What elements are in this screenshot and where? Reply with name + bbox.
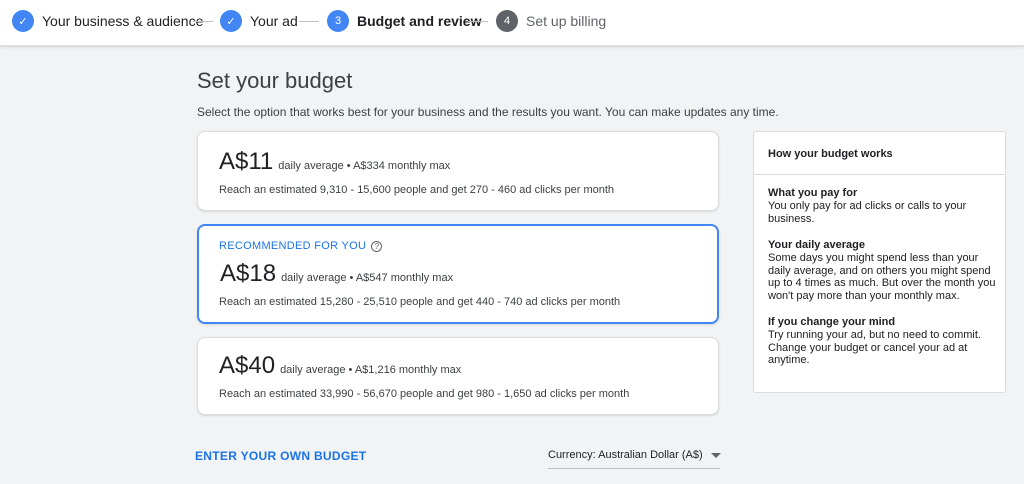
section-heading: If you change your mind	[768, 316, 896, 328]
info-section: If you change your mind Try running your…	[768, 316, 996, 367]
budget-info-panel: How your budget works What you pay for Y…	[753, 131, 1006, 393]
section-body: Try running your ad, but no need to comm…	[768, 329, 981, 366]
step-divider	[299, 21, 319, 22]
reach-estimate: Reach an estimated 15,280 - 25,510 peopl…	[219, 296, 621, 308]
step-number-icon: 4	[496, 10, 518, 32]
section-body: You only pay for ad clicks or calls to y…	[768, 200, 967, 225]
info-section: Your daily average Some days you might s…	[768, 239, 996, 302]
daily-price: A$40	[219, 352, 276, 379]
step-budget-review[interactable]: 3 Budget and review	[327, 10, 481, 32]
budget-option-18[interactable]: RECOMMENDED FOR YOU ? A$18 daily average…	[197, 224, 719, 324]
step-divider	[193, 21, 213, 22]
help-icon[interactable]: ?	[371, 240, 383, 252]
currency-select[interactable]: Currency: Australian Dollar (A$)	[548, 449, 721, 461]
section-body: Some days you might spend less than your…	[768, 252, 996, 302]
step-label: Set up billing	[526, 13, 607, 29]
price-detail: daily average • A$547 monthly max	[281, 272, 454, 284]
page-subtitle: Select the option that works best for yo…	[197, 105, 779, 119]
recommended-label: RECOMMENDED FOR YOU	[219, 240, 367, 252]
info-section: What you pay for You only pay for ad cli…	[768, 187, 996, 225]
step-your-ad[interactable]: ✓ Your ad	[220, 10, 298, 32]
progress-stepper: ✓ Your business & audience ✓ Your ad 3 B…	[0, 0, 1024, 46]
price-detail: daily average • A$334 monthly max	[278, 160, 451, 172]
step-billing[interactable]: 4 Set up billing	[496, 10, 606, 32]
reach-estimate: Reach an estimated 33,990 - 56,670 peopl…	[219, 388, 630, 400]
panel-title: How your budget works	[754, 132, 1005, 175]
budget-option-40[interactable]: A$40 daily average • A$1,216 monthly max…	[197, 337, 719, 415]
budget-option-11[interactable]: A$11 daily average • A$334 monthly max R…	[197, 131, 719, 211]
currency-value: Currency: Australian Dollar (A$)	[548, 449, 703, 461]
daily-price: A$18	[220, 260, 277, 287]
section-heading: What you pay for	[768, 187, 858, 199]
step-divider	[468, 21, 488, 22]
enter-own-budget-button[interactable]: ENTER YOUR OWN BUDGET	[195, 449, 366, 463]
price-row: A$18 daily average • A$547 monthly max	[220, 260, 453, 288]
step-label: Your business & audience	[42, 13, 204, 29]
price-row: A$40 daily average • A$1,216 monthly max	[219, 352, 461, 380]
step-label: Budget and review	[357, 13, 482, 29]
currency-underline	[548, 468, 720, 469]
page-title: Set your budget	[197, 68, 353, 93]
daily-price: A$11	[219, 148, 274, 175]
step-label: Your ad	[250, 13, 298, 29]
dropdown-arrow-icon	[710, 452, 721, 458]
checkmark-icon: ✓	[220, 10, 242, 32]
step-business-audience[interactable]: ✓ Your business & audience	[12, 10, 203, 32]
checkmark-icon: ✓	[12, 10, 34, 32]
price-detail: daily average • A$1,216 monthly max	[280, 364, 462, 376]
section-heading: Your daily average	[768, 239, 866, 251]
recommended-row: RECOMMENDED FOR YOU ?	[219, 240, 383, 252]
reach-estimate: Reach an estimated 9,310 - 15,600 people…	[219, 184, 615, 196]
price-row: A$11 daily average • A$334 monthly max	[219, 148, 450, 176]
step-number-icon: 3	[327, 10, 349, 32]
